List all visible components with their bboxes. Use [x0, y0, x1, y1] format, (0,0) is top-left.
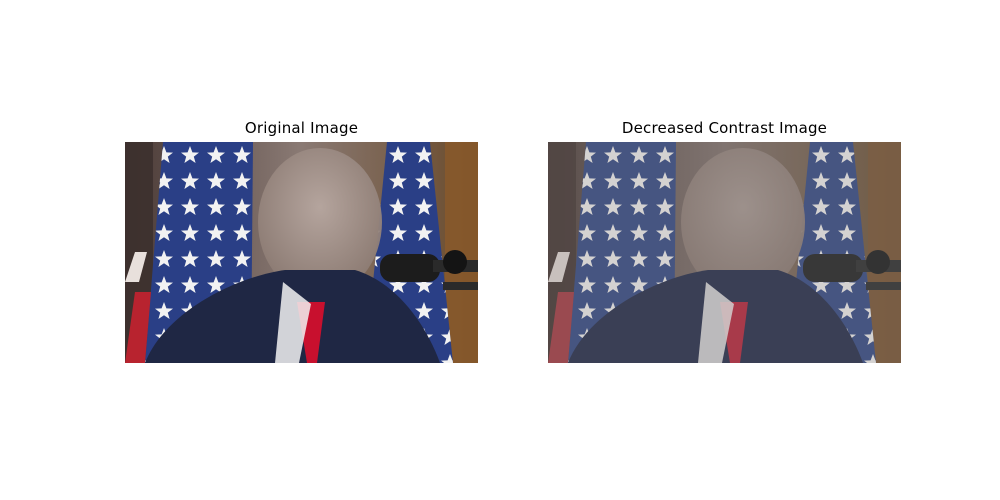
panel-title-decreased-contrast: Decreased Contrast Image: [621, 119, 828, 137]
original-image: [125, 142, 478, 363]
decreased-contrast-image: [548, 142, 901, 363]
panel-title-original: Original Image: [244, 119, 359, 137]
figure: Original Image Decreased Contrast Image: [0, 0, 1000, 500]
